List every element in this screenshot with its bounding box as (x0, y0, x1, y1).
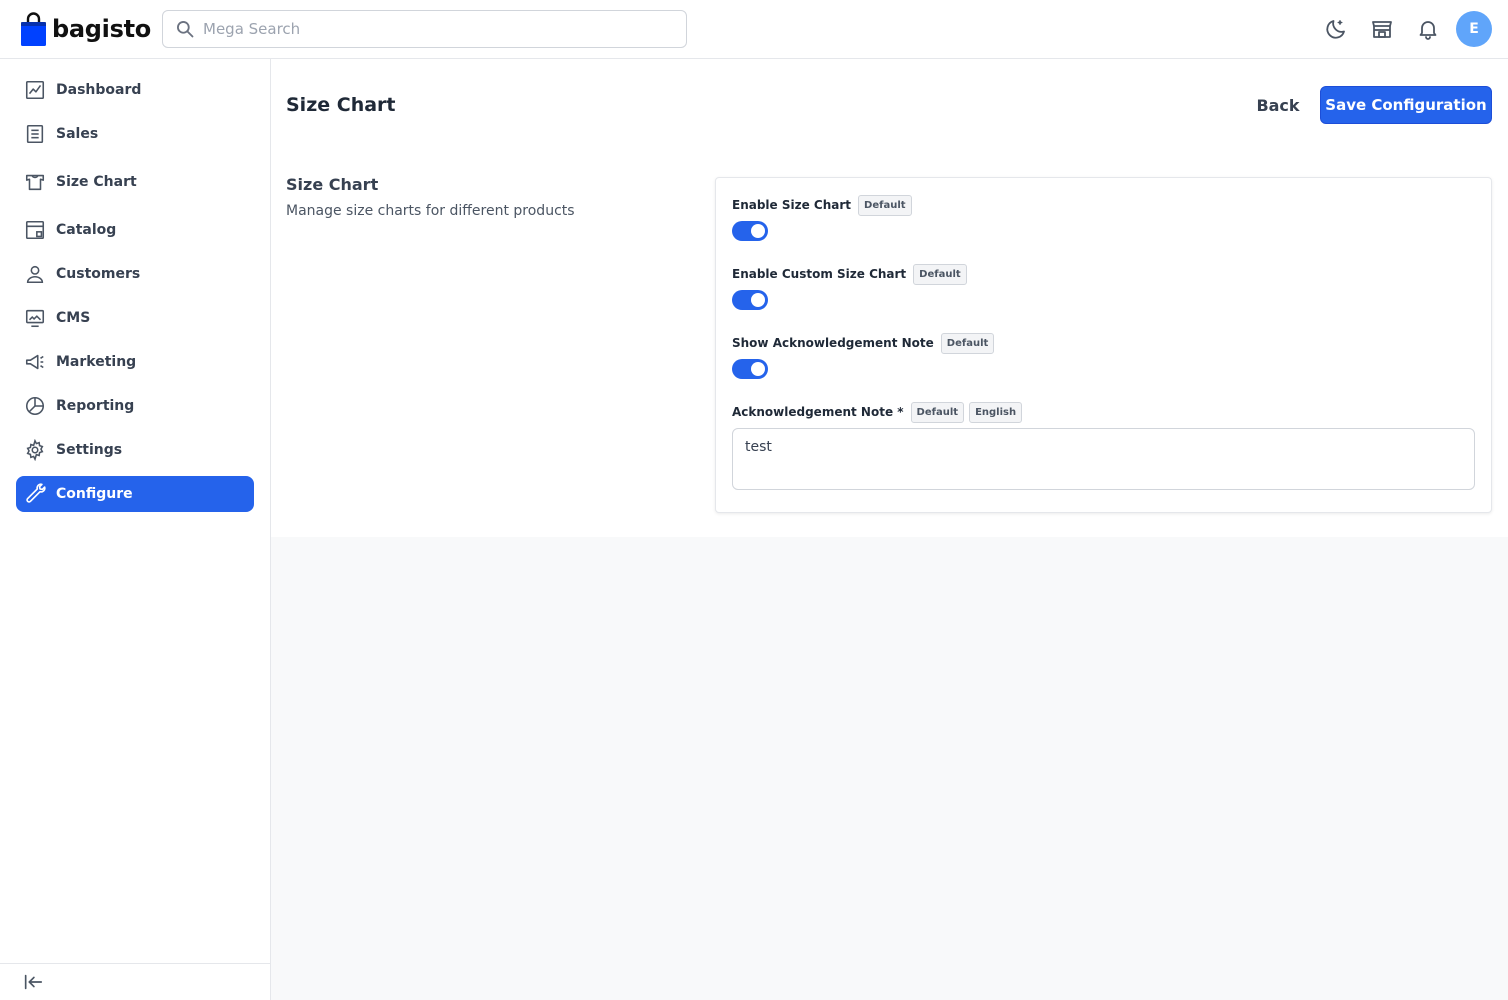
sidebar-item-catalog[interactable]: Catalog (16, 212, 254, 248)
back-button[interactable]: Back (1248, 87, 1308, 123)
sidebar-item-label: Dashboard (56, 82, 142, 98)
catalog-icon (24, 219, 46, 241)
sidebar-item-label: Catalog (56, 222, 117, 238)
sidebar-item-reporting[interactable]: Reporting (16, 388, 254, 424)
shopping-bag-logo-icon (20, 12, 47, 46)
locale-badge: English (969, 401, 1023, 423)
user-avatar[interactable]: E (1456, 11, 1492, 47)
scope-badge: Default (913, 263, 967, 285)
reporting-icon (24, 395, 46, 417)
sidebar-item-size-chart[interactable]: Size Chart (16, 164, 254, 200)
scope-badge: Default (910, 401, 965, 423)
enable-custom-size-chart-label: Enable Custom Size Chart Default (732, 263, 967, 285)
settings-icon (24, 439, 46, 461)
configure-icon (24, 483, 46, 505)
notification-bell-icon[interactable] (1415, 16, 1441, 42)
size-chart-icon (24, 171, 46, 193)
sidebar-item-settings[interactable]: Settings (16, 432, 254, 468)
sidebar-footer (0, 963, 270, 1000)
search-input[interactable] (203, 20, 663, 38)
toggle-knob (751, 224, 765, 238)
sidebar-item-label: Configure (56, 486, 133, 502)
enable-size-chart-toggle[interactable] (732, 221, 768, 241)
sidebar-item-sales[interactable]: Sales (16, 116, 254, 152)
sidebar-item-label: Sales (56, 126, 99, 142)
field-label-text: Show Acknowledgement Note (732, 336, 934, 350)
sidebar-item-label: Settings (56, 442, 123, 458)
toggle-knob (751, 293, 765, 307)
sidebar-item-dashboard[interactable]: Dashboard (16, 72, 254, 108)
show-ack-note-toggle[interactable] (732, 359, 768, 379)
sidebar-item-label: CMS (56, 310, 91, 326)
customers-icon (24, 263, 46, 285)
sidebar-item-customers[interactable]: Customers (16, 256, 254, 292)
ack-note-textarea[interactable]: test (732, 428, 1475, 490)
dashboard-icon (24, 79, 46, 101)
storefront-icon[interactable] (1369, 16, 1395, 42)
scope-badge: Default (940, 332, 995, 354)
sales-icon (24, 123, 46, 145)
field-label-text: Enable Custom Size Chart (732, 267, 907, 281)
top-header: bagisto E (0, 0, 1508, 59)
enable-size-chart-label: Enable Size Chart Default (732, 194, 912, 216)
cms-icon (24, 307, 46, 329)
dark-mode-icon[interactable] (1323, 16, 1349, 42)
enable-custom-size-chart-toggle[interactable] (732, 290, 768, 310)
sidebar: Dashboard Sales Size Chart Catalog Custo… (0, 59, 271, 1000)
collapse-sidebar-icon[interactable] (22, 971, 44, 993)
sidebar-item-configure[interactable]: Configure (16, 476, 254, 512)
marketing-icon (24, 351, 46, 373)
mega-search-box[interactable] (162, 10, 687, 48)
sidebar-item-label: Reporting (56, 398, 135, 414)
page-title: Size Chart (286, 94, 396, 116)
ack-note-label: Acknowledgement Note * Default English (732, 401, 1023, 423)
section-title: Size Chart (286, 175, 379, 194)
show-ack-note-label: Show Acknowledgement Note Default (732, 332, 995, 354)
field-label-text: Enable Size Chart (732, 198, 852, 212)
sidebar-item-label: Size Chart (56, 174, 137, 190)
sidebar-item-label: Customers (56, 266, 141, 282)
section-description: Manage size charts for different product… (286, 203, 575, 219)
bagisto-logo[interactable]: bagisto (20, 11, 151, 47)
sidebar-item-label: Marketing (56, 354, 137, 370)
brand-name: bagisto (52, 15, 151, 43)
sidebar-item-cms[interactable]: CMS (16, 300, 254, 336)
save-configuration-button[interactable]: Save Configuration (1320, 86, 1492, 124)
configuration-card: Enable Size Chart Default Enable Custom … (715, 177, 1492, 513)
search-icon (177, 21, 194, 38)
toggle-knob (751, 362, 765, 376)
sidebar-item-marketing[interactable]: Marketing (16, 344, 254, 380)
field-label-text: Acknowledgement Note * (732, 405, 904, 419)
scope-badge: Default (858, 194, 912, 216)
